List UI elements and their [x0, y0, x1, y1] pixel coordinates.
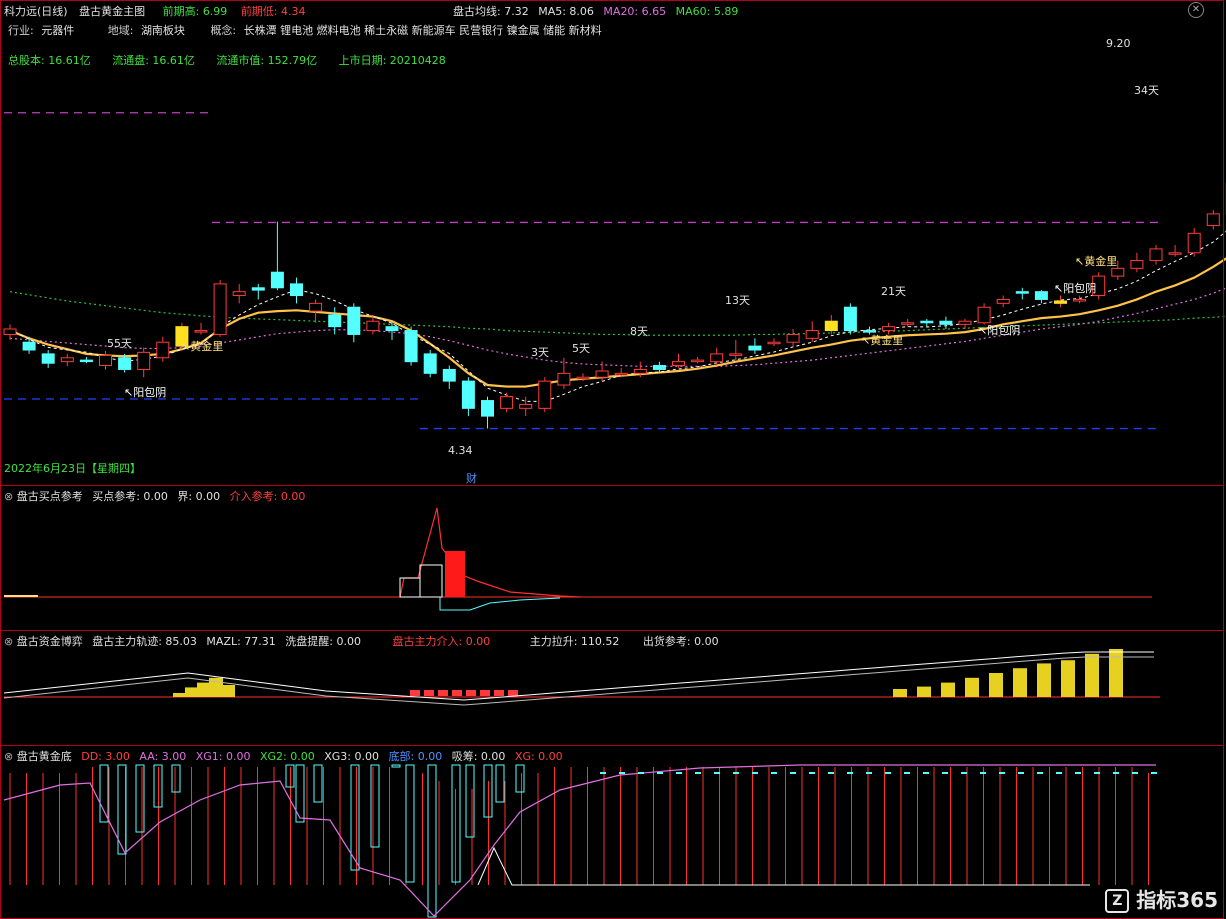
- aa-value: AA: 3.00: [139, 750, 187, 763]
- xg3-value: XG3: 0.00: [324, 750, 380, 763]
- fund-panel-title[interactable]: 盘古资金博弈: [17, 635, 83, 648]
- xg2-value: XG2: 0.00: [259, 750, 315, 763]
- buy-panel: [0, 485, 1224, 631]
- absorb-value: 吸筹: 0.00: [451, 750, 506, 763]
- bottom-panel-title[interactable]: 盘古黄金底: [17, 750, 72, 763]
- dd-value: DD: 3.00: [81, 750, 130, 763]
- main-entry-value: 盘古主力介入: 0.00: [392, 635, 491, 648]
- entry-ref-value: 介入参考: 0.00: [229, 490, 306, 503]
- bottom-panel: [0, 745, 1224, 919]
- jie-value: 界: 0.00: [177, 490, 221, 503]
- buy-ref-value: 买点参考: 0.00: [92, 490, 168, 503]
- close-icon[interactable]: ⊗: [4, 635, 13, 648]
- close-icon[interactable]: ⊗: [4, 750, 13, 763]
- mazl-value: MAZL: 77.31: [206, 635, 276, 648]
- fund-panel-header: ⊗ 盘古资金博弈 盘古主力轨迹: 85.03 MAZL: 77.31 洗盘提醒:…: [4, 633, 719, 649]
- track-value: 盘古主力轨迹: 85.03: [92, 635, 197, 648]
- close-icon[interactable]: ⊗: [4, 490, 13, 503]
- logo-icon: Z: [1105, 889, 1130, 913]
- watermark-text: 指标365: [1136, 887, 1218, 912]
- buy-panel-title[interactable]: 盘古买点参考: [17, 490, 83, 503]
- wash-value: 洗盘提醒: 0.00: [285, 635, 361, 648]
- xg-value: XG: 0.00: [514, 750, 563, 763]
- bottom-value: 底部: 0.00: [388, 750, 443, 763]
- xg1-value: XG1: 0.00: [195, 750, 251, 763]
- buy-panel-header: ⊗ 盘古买点参考 买点参考: 0.00 界: 0.00 介入参考: 0.00: [4, 488, 305, 504]
- main-panel: [0, 0, 1224, 486]
- bottom-panel-header: ⊗ 盘古黄金底 DD: 3.00 AA: 3.00 XG1: 0.00 XG2:…: [4, 748, 563, 764]
- watermark-logo: Z 指标365: [1105, 884, 1218, 913]
- pull-value: 主力拉升: 110.52: [529, 635, 620, 648]
- ship-value: 出货参考: 0.00: [642, 635, 719, 648]
